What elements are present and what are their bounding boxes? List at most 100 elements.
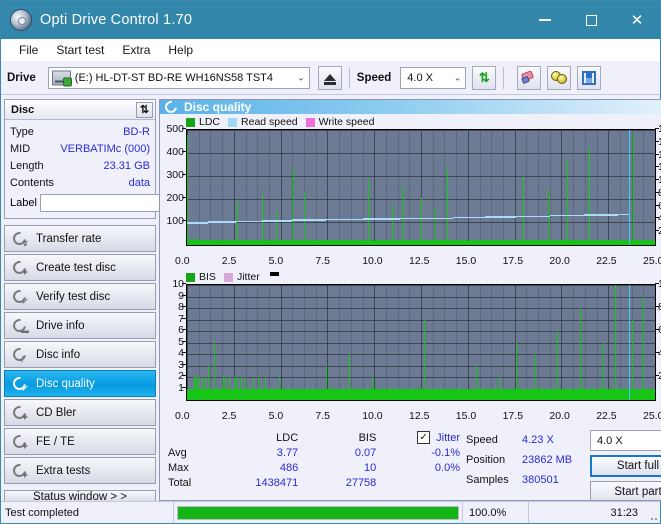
sidebar-item-cd-bler[interactable]: ✦ CD Bler [4,399,156,426]
disc-row-mid: MID VERBATIMc (000) [10,140,150,157]
test-speed-select[interactable]: 4.0 X ⌄ [590,430,661,451]
y-axis-tick-mark [655,192,659,193]
menu-help[interactable]: Help [159,41,202,59]
copy-disc-button[interactable] [547,66,571,90]
chart-bar [421,198,422,245]
resize-grip[interactable] [646,502,660,523]
x-axis-tick: 7.5 [315,410,330,422]
read-speed-line [550,215,584,217]
y-axis-tick-left: 300 [166,169,184,181]
run-speed-label: Speed [466,434,522,446]
erase-button[interactable] [517,66,541,90]
disc-type-label: Type [10,126,34,138]
maximize-button[interactable] [568,1,614,39]
panel-header: Disc quality [160,100,661,114]
x-axis-tick: 2.5 [222,410,237,422]
chart-gridline-minor [339,130,340,245]
chart-gridline [187,130,655,131]
sidebar-item-transfer-rate[interactable]: ↯ Transfer rate [4,225,156,252]
read-speed-line [618,214,629,216]
save-button[interactable] [577,66,601,90]
row-label-total: Total [168,477,220,489]
chart-bis: BIS Jitter 1098765432110%8%6%4%2% 0.02.5… [160,269,661,424]
y-axis-tick-mark [655,283,659,284]
chart-gridline-minor [620,130,621,245]
statistics-table: LDC BIS ✓ Jitter Avg 3.77 0.07 -0.1% [160,430,460,501]
progress-bar [177,506,459,520]
table-row: Total 1438471 27758 [168,475,460,490]
eraser-icon [522,72,537,83]
chart-ldc-plot[interactable] [186,129,656,246]
read-speed-line [292,219,326,221]
legend-label-bis: BIS [199,271,216,283]
close-icon: ✕ [631,13,644,28]
col-header-jitter: ✓ Jitter [376,431,460,444]
sidebar-item-disc-quality[interactable]: ✓ Disc quality [4,370,156,397]
elapsed-time: 31:23 [528,502,646,523]
chart-gridline [187,354,655,355]
jitter-label: Jitter [436,432,460,444]
minimize-button[interactable] [522,1,568,39]
read-speed-line [485,216,517,218]
disc-length-value: 23.31 GB [104,160,150,172]
avg-jitter: -0.1% [376,447,460,459]
chart-cursor [629,285,631,400]
start-full-button[interactable]: Start full [590,455,661,477]
max-jitter: 0.0% [376,462,460,474]
read-speed-line [427,218,453,220]
y-axis-tick-mark [182,283,186,284]
chart-bis-plot[interactable] [186,284,656,401]
y-axis-tick-mark [182,341,186,342]
drive-select[interactable]: (E:) HL-DT-ST BD-RE WH16NS58 TST4 ⌄ [48,67,310,89]
y-axis-tick-mark [655,166,659,167]
sidebar-item-fe-te[interactable]: ✦ FE / TE [4,428,156,455]
x-axis-tick: 22.5 [596,255,616,267]
disc-mid-label: MID [10,143,30,155]
disc-refresh-button[interactable]: ⇅ [136,102,153,118]
chart-bis-x-axis: 0.02.55.07.510.012.515.017.520.022.525.0… [160,410,661,424]
main-panel-area: Disc quality LDC Read speed Write speed … [159,96,661,501]
jitter-checkbox[interactable]: ✓ [417,431,430,444]
chart-gridline-minor [269,130,270,245]
speed-select[interactable]: 4.0 X ⌄ [400,67,466,89]
chart-gridline-minor [456,130,457,245]
total-bis: 27758 [298,477,376,489]
disc-label-label: Label [10,197,37,209]
disc-icon: ✦ [12,435,27,449]
sidebar-item-verify-test-disc[interactable]: ✓ Verify test disc [4,283,156,310]
total-ldc: 1438471 [220,477,298,489]
y-axis-tick-left: 6 [178,324,184,336]
refresh-button[interactable]: ⇅ [472,66,496,90]
start-part-button[interactable]: Start part [590,481,661,501]
progress-fill [178,507,458,519]
y-axis-tick-left: 5 [178,336,184,348]
disc-contents-value: data [129,177,150,189]
menu-start-test[interactable]: Start test [47,41,113,59]
sidebar-item-disc-info[interactable]: i Disc info [4,341,156,368]
chart-gridline-minor [573,130,574,245]
eject-button[interactable] [318,66,342,90]
chart-gridline-minor [222,130,223,245]
disc-icon: ✦ [12,261,27,275]
run-position-label: Position [466,454,522,466]
status-bar: Test completed 100.0% 31:23 [1,501,660,523]
refresh-icon: ⇅ [479,71,490,84]
close-button[interactable]: ✕ [614,1,660,39]
sidebar-item-drive-info[interactable]: ▬ Drive info [4,312,156,339]
chart-bar [236,201,237,245]
chart-gridline-minor [444,130,445,245]
disc-info-title: Disc [11,104,34,116]
nav-list: ↯ Transfer rate ✦ Create test disc ✓ Ver… [4,225,156,484]
disc-info-body: Type BD-R MID VERBATIMc (000) Length 23.… [5,120,155,218]
x-axis-tick: 10.0 [362,255,382,267]
toolbar: Drive (E:) HL-DT-ST BD-RE WH16NS58 TST4 … [1,61,660,95]
y-axis-tick-left: 200 [166,192,184,204]
sidebar-item-create-test-disc[interactable]: ✦ Create test disc [4,254,156,281]
menu-file[interactable]: File [10,41,47,59]
chart-bar [392,205,393,245]
chart-bar [633,133,634,245]
title-bar: Opti Drive Control 1.70 ✕ [1,1,660,39]
chart-gridline-minor [409,130,410,245]
sidebar-item-extra-tests[interactable]: ✦ Extra tests [4,457,156,484]
menu-extra[interactable]: Extra [113,41,159,59]
